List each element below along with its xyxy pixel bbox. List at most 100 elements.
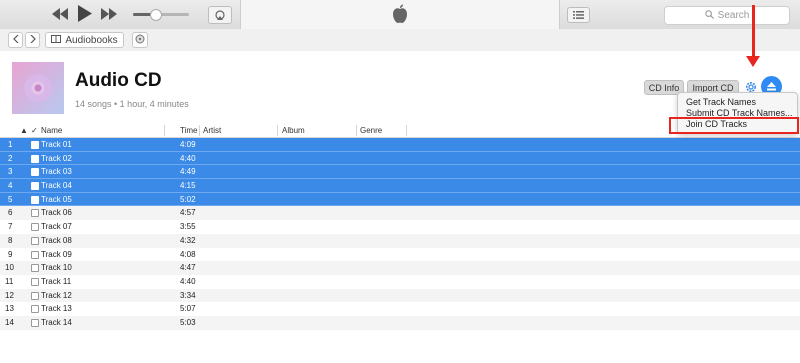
album-artwork xyxy=(12,62,64,114)
menu-item-get-track-names[interactable]: Get Track Names xyxy=(686,97,756,107)
cd-source-button[interactable] xyxy=(132,32,148,48)
play-icon[interactable] xyxy=(78,5,92,22)
library-selector[interactable]: Audiobooks xyxy=(45,32,124,48)
track-checkbox[interactable] xyxy=(31,182,39,191)
airplay-icon[interactable] xyxy=(208,6,232,24)
track-number: 7 xyxy=(8,222,13,232)
track-checkbox[interactable] xyxy=(31,264,39,273)
annotation-arrow-head xyxy=(746,56,760,67)
rewind-icon[interactable] xyxy=(52,8,68,20)
track-number: 2 xyxy=(8,153,13,163)
track-time: 4:15 xyxy=(180,181,196,191)
track-name: Track 02 xyxy=(41,153,72,163)
highlight-box xyxy=(669,117,799,134)
track-number: 5 xyxy=(8,194,13,204)
track-time: 3:55 xyxy=(180,222,196,232)
table-row[interactable]: 6 Track 06 4:57 xyxy=(0,206,800,221)
nav-bar: Audiobooks xyxy=(0,29,800,52)
track-checkbox[interactable] xyxy=(31,141,39,149)
track-checkbox[interactable] xyxy=(31,209,39,218)
table-row[interactable]: 13 Track 13 5:07 xyxy=(0,302,800,316)
check-column-header[interactable]: ✓ xyxy=(31,126,38,135)
forward-icon xyxy=(30,34,36,46)
track-checkbox[interactable] xyxy=(31,168,39,177)
track-number: 3 xyxy=(8,167,13,177)
book-icon xyxy=(51,34,62,46)
table-row[interactable]: 2 Track 02 4:40 xyxy=(0,151,800,166)
track-checkbox[interactable] xyxy=(31,318,39,327)
track-name: Track 13 xyxy=(41,304,72,314)
table-row[interactable]: 10 Track 10 4:47 xyxy=(0,261,800,275)
track-time: 4:40 xyxy=(180,276,196,286)
track-number: 6 xyxy=(8,208,13,218)
forward-button[interactable] xyxy=(25,32,40,48)
track-name: Track 04 xyxy=(41,181,72,191)
track-name: Track 06 xyxy=(41,208,72,218)
table-row[interactable]: 12 Track 12 3:34 xyxy=(0,288,800,303)
track-number: 1 xyxy=(8,140,13,149)
track-name: Track 09 xyxy=(41,249,72,259)
track-number: 9 xyxy=(8,249,13,259)
track-checkbox[interactable] xyxy=(31,195,39,204)
annotation-arrow xyxy=(752,5,755,58)
column-artist[interactable]: Artist xyxy=(203,126,221,135)
column-divider xyxy=(164,125,165,136)
table-row[interactable]: 7 Track 07 3:55 xyxy=(0,220,800,234)
column-genre[interactable]: Genre xyxy=(360,126,382,135)
track-number: 12 xyxy=(5,290,14,300)
volume-knob[interactable] xyxy=(150,9,162,21)
sort-indicator[interactable]: ▲ xyxy=(20,126,28,135)
table-row[interactable]: 4 Track 04 4:15 xyxy=(0,179,800,193)
track-name: Track 05 xyxy=(41,194,72,204)
fast-forward-icon[interactable] xyxy=(101,8,117,20)
table-row[interactable]: 1 Track 01 4:09 xyxy=(0,138,800,152)
track-time: 4:49 xyxy=(180,167,196,177)
track-time: 3:34 xyxy=(180,290,196,300)
list-icon[interactable] xyxy=(567,7,590,23)
track-checkbox[interactable] xyxy=(31,277,39,286)
track-time: 4:32 xyxy=(180,235,196,245)
track-name: Track 08 xyxy=(41,235,72,245)
album-summary: 14 songs • 1 hour, 4 minutes xyxy=(75,99,189,109)
track-time: 5:02 xyxy=(180,194,196,204)
track-name: Track 11 xyxy=(41,276,72,286)
table-row[interactable]: 8 Track 08 4:32 xyxy=(0,233,800,248)
track-name: Track 14 xyxy=(41,317,72,327)
track-checkbox[interactable] xyxy=(31,154,39,163)
search-placeholder: Search xyxy=(717,10,750,21)
track-number: 14 xyxy=(5,317,14,327)
track-name: Track 10 xyxy=(41,263,72,273)
column-time[interactable]: Time xyxy=(180,126,197,135)
track-time: 5:07 xyxy=(180,304,196,314)
track-time: 4:47 xyxy=(180,263,196,273)
search-input[interactable]: Search xyxy=(664,6,790,25)
track-checkbox[interactable] xyxy=(31,305,39,314)
table-row[interactable]: 5 Track 05 5:02 xyxy=(0,192,800,207)
table-row[interactable]: 11 Track 11 4:40 xyxy=(0,275,800,289)
column-album[interactable]: Album xyxy=(282,126,305,135)
track-time: 4:40 xyxy=(180,153,196,163)
table-row[interactable]: 3 Track 03 4:49 xyxy=(0,165,800,180)
disc-image xyxy=(24,74,52,102)
volume-slider[interactable] xyxy=(133,9,189,21)
cd-icon xyxy=(135,34,145,47)
column-name[interactable]: Name xyxy=(41,126,62,135)
track-checkbox[interactable] xyxy=(31,250,39,259)
track-time: 4:57 xyxy=(180,208,196,218)
track-list: 1 Track 01 4:09 2 Track 02 4:40 3 Track 03 4:4… xyxy=(0,138,800,343)
track-checkbox[interactable] xyxy=(31,236,39,245)
back-icon xyxy=(12,34,19,46)
track-number: 8 xyxy=(8,235,13,245)
track-checkbox[interactable] xyxy=(31,291,39,300)
page-title: Audio CD xyxy=(75,70,162,91)
table-row[interactable]: 9 Track 09 4:08 xyxy=(0,248,800,262)
track-time: 4:09 xyxy=(180,140,196,149)
track-number: 10 xyxy=(5,263,14,273)
table-row[interactable]: 14 Track 14 5:03 xyxy=(0,315,800,330)
column-divider xyxy=(356,125,357,136)
toolbar: Search xyxy=(0,0,800,30)
track-time: 4:08 xyxy=(180,249,196,259)
back-button[interactable] xyxy=(8,32,23,48)
search-icon xyxy=(704,9,714,22)
track-checkbox[interactable] xyxy=(31,223,39,232)
